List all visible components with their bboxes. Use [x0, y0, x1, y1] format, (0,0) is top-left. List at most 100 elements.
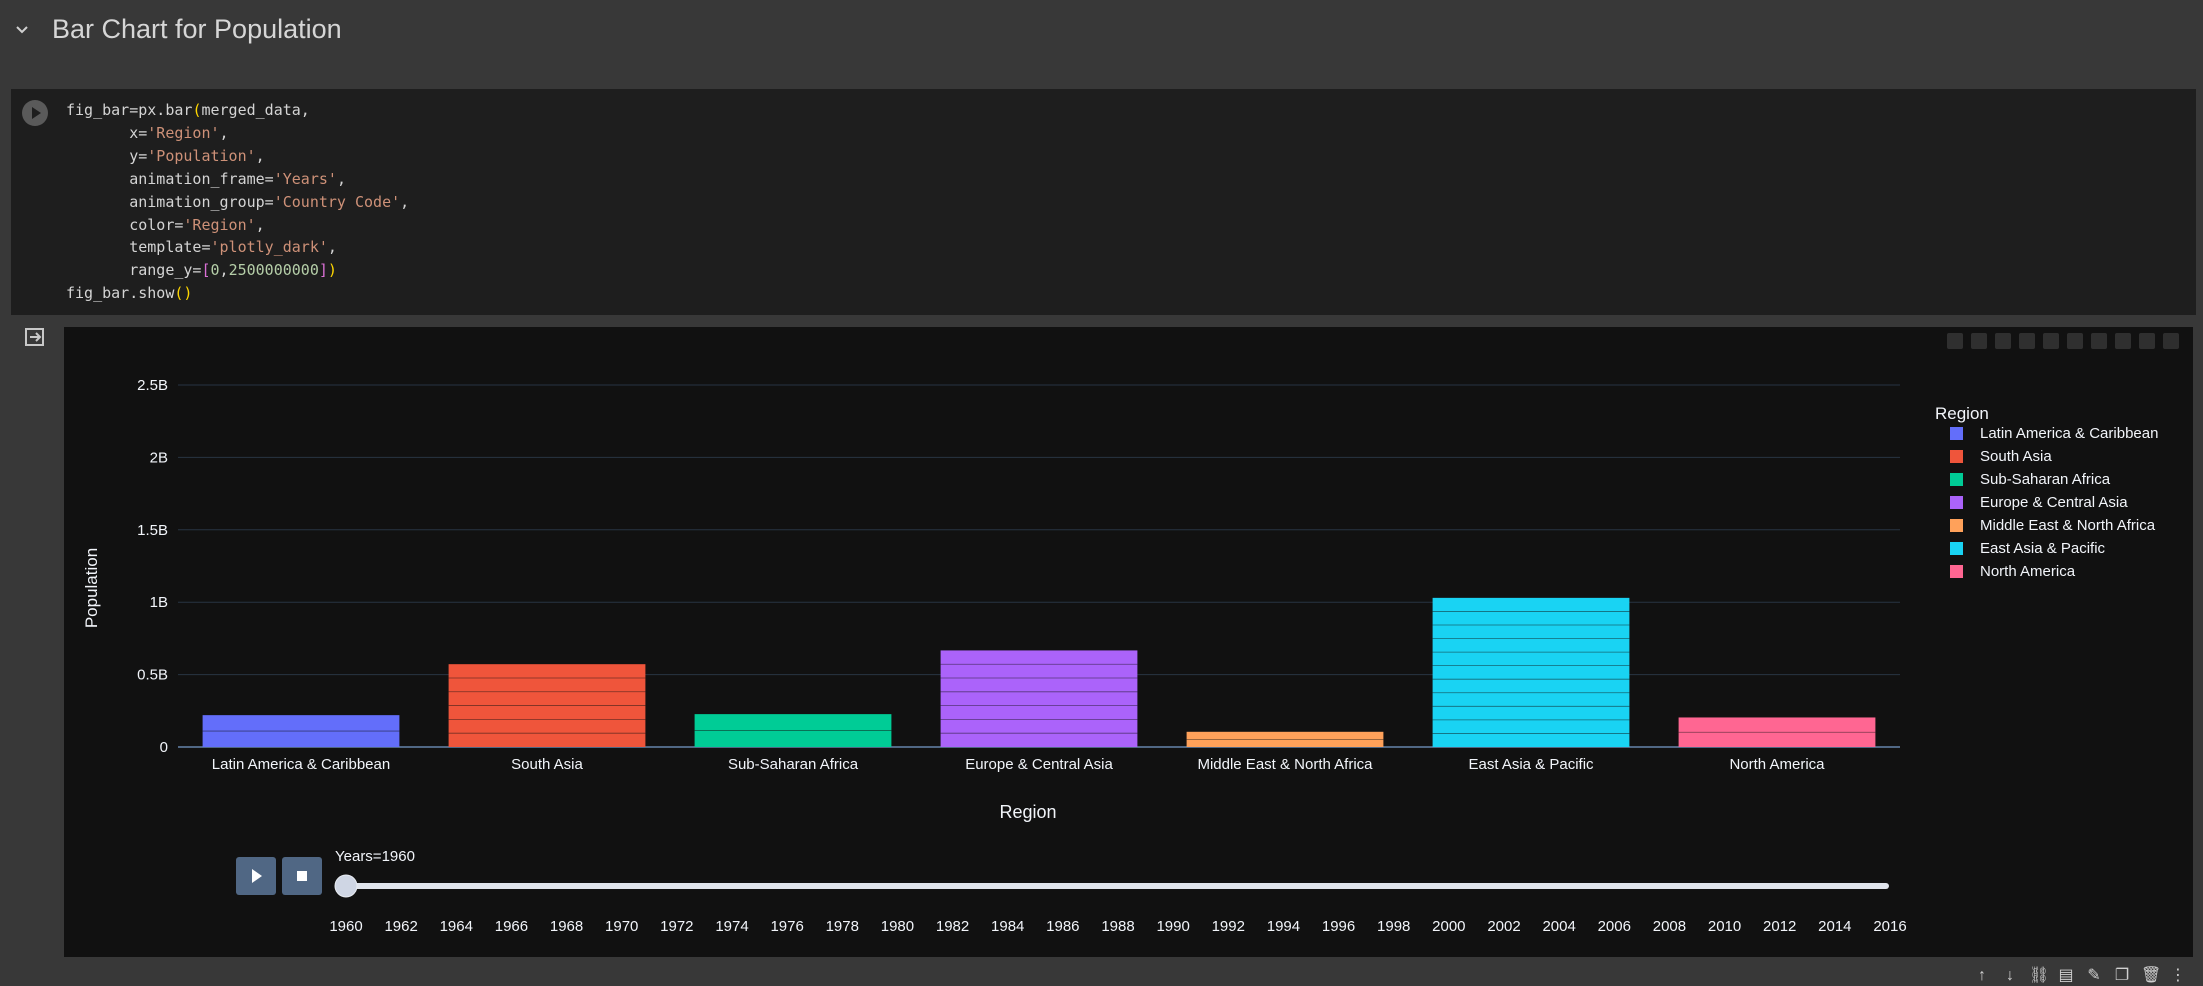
legend-swatch[interactable] [1950, 565, 1963, 578]
slider-year-label[interactable]: 2014 [1818, 918, 1851, 935]
slider-track[interactable] [345, 883, 1889, 889]
slider-year-label[interactable]: 1978 [826, 918, 859, 935]
slider-year-label[interactable]: 1972 [660, 918, 693, 935]
legend-swatch[interactable] [1950, 427, 1963, 440]
slider-year-label[interactable]: 1962 [384, 918, 417, 935]
edit-icon[interactable]: ✎ [2085, 968, 2103, 984]
slider-year-label[interactable]: 1970 [605, 918, 638, 935]
slider-year-label[interactable]: 1966 [495, 918, 528, 935]
legend-item[interactable]: Middle East & North Africa [1980, 517, 2156, 534]
autoscale-icon[interactable] [2115, 333, 2131, 349]
slider-year-label[interactable]: 1960 [329, 918, 362, 935]
y-tick-label: 2B [150, 449, 168, 466]
slider-year-label[interactable]: 2012 [1763, 918, 1796, 935]
legend-item[interactable]: Latin America & Caribbean [1980, 425, 2158, 442]
box-select-icon[interactable] [2019, 333, 2035, 349]
move-up-icon[interactable]: ↑ [1973, 968, 1991, 984]
y-tick-label: 0.5B [137, 667, 168, 684]
x-tick-label: Middle East & North Africa [1197, 756, 1373, 773]
legend-swatch[interactable] [1950, 519, 1963, 532]
zoom-in-icon[interactable] [2067, 333, 2083, 349]
slider-year-label[interactable]: 2016 [1873, 918, 1906, 935]
move-down-icon[interactable]: ↓ [2001, 968, 2019, 984]
code-line-6: color='Region', [66, 215, 265, 234]
legend-item[interactable]: Europe & Central Asia [1980, 494, 2128, 511]
lasso-icon[interactable] [2043, 333, 2059, 349]
chevron-down-icon[interactable] [14, 22, 30, 38]
y-tick-label: 0 [160, 739, 168, 756]
legend-item[interactable]: North America [1980, 563, 2076, 580]
slider-year-label[interactable]: 2004 [1542, 918, 1575, 935]
y-axis-label: Population [82, 548, 101, 628]
cell-toolbar[interactable]: ↑ ↓ ⛓ ▤ ✎ ❐ 🗑 ⋮ [1973, 968, 2187, 984]
slider-year-label[interactable]: 1984 [991, 918, 1024, 935]
legend-item[interactable]: South Asia [1980, 448, 2052, 465]
x-tick-label: East Asia & Pacific [1468, 756, 1594, 773]
copy-icon[interactable]: ❐ [2113, 968, 2131, 984]
code-line-5: animation_group='Country Code', [66, 192, 410, 211]
legend-item[interactable]: Sub-Saharan Africa [1980, 471, 2111, 488]
plotly-logo-icon[interactable] [2163, 333, 2179, 349]
y-tick-label: 1.5B [137, 522, 168, 539]
slider-year-label[interactable]: 2008 [1653, 918, 1686, 935]
code-line-7: template='plotly_dark', [66, 238, 337, 257]
legend-swatch[interactable] [1950, 542, 1963, 555]
slider-year-label[interactable]: 1998 [1377, 918, 1410, 935]
x-tick-label: North America [1729, 756, 1825, 773]
slider-year-label[interactable]: 1994 [1267, 918, 1300, 935]
section-title: Bar Chart for Population [52, 14, 342, 44]
slider-year-label[interactable]: 1990 [1156, 918, 1189, 935]
bar-chart: 0 0.5B 1B 1.5B 2B 2.5B Latin America & Caribb… [82, 377, 2158, 935]
pan-icon[interactable] [1995, 333, 2011, 349]
legend-item[interactable]: East Asia & Pacific [1980, 540, 2106, 557]
legend-swatch[interactable] [1950, 473, 1963, 486]
x-tick-label: South Asia [511, 756, 583, 773]
bar-east-asia-pacific[interactable] [1432, 597, 1630, 747]
slider-year-label[interactable]: 2000 [1432, 918, 1465, 935]
legend-swatch[interactable] [1950, 450, 1963, 463]
legend[interactable]: Region Latin America & Caribbean South As… [1935, 404, 2158, 580]
reset-axes-icon[interactable] [2139, 333, 2155, 349]
code-line-9: fig_bar.show() [66, 284, 193, 303]
slider-year-label[interactable]: 1982 [936, 918, 969, 935]
code-line-4: animation_frame='Years', [66, 169, 346, 188]
y-tick-label: 1B [150, 594, 168, 611]
slider-year-label[interactable]: 2002 [1487, 918, 1520, 935]
code-line-8: range_y=[0,2500000000]) [66, 261, 337, 280]
link-icon[interactable]: ⛓ [2029, 968, 2049, 984]
slider-handle[interactable] [334, 874, 358, 898]
x-tick-label: Europe & Central Asia [965, 756, 1113, 773]
plotly-figure[interactable]: 0 0.5B 1B 1.5B 2B 2.5B Latin America & Caribb… [64, 327, 2193, 957]
slider-year-label[interactable]: 1968 [550, 918, 583, 935]
code-line-1: fig_bar=px.bar(merged_data, [66, 101, 310, 119]
comment-icon[interactable]: ▤ [2057, 968, 2075, 984]
delete-icon[interactable]: 🗑 [2141, 968, 2161, 984]
more-icon[interactable]: ⋮ [2169, 968, 2187, 984]
slider-year-label[interactable]: 1974 [715, 918, 748, 935]
play-button[interactable] [236, 857, 276, 895]
slider-year-label[interactable]: 2006 [1598, 918, 1631, 935]
output-toggle-icon[interactable] [24, 326, 46, 348]
slider-year-label[interactable]: 1980 [881, 918, 914, 935]
slider-year-label[interactable]: 1986 [1046, 918, 1079, 935]
legend-swatch[interactable] [1950, 496, 1963, 509]
slider-year-label[interactable]: 1988 [1101, 918, 1134, 935]
slider-year-label[interactable]: 1992 [1212, 918, 1245, 935]
x-tick-label: Latin America & Caribbean [212, 756, 390, 773]
slider-year-label[interactable]: 1976 [770, 918, 803, 935]
code-editor[interactable]: fig_bar=px.bar(merged_data, x='Region', … [66, 99, 409, 305]
slider-current-label: Years=1960 [335, 848, 415, 865]
section-header[interactable]: Bar Chart for Population [0, 0, 2203, 66]
run-cell-button[interactable] [22, 100, 48, 126]
stop-button[interactable] [282, 857, 322, 895]
slider-year-label[interactable]: 1964 [440, 918, 473, 935]
bar-europe-central-asia[interactable] [940, 650, 1138, 747]
plot-modebar[interactable] [1947, 333, 2179, 349]
code-line-2: x='Region', [66, 123, 229, 142]
zoom-icon[interactable] [1971, 333, 1987, 349]
slider-year-label[interactable]: 2010 [1708, 918, 1741, 935]
slider-year-label[interactable]: 1996 [1322, 918, 1355, 935]
zoom-out-icon[interactable] [2091, 333, 2107, 349]
code-line-3: y='Population', [66, 146, 265, 165]
camera-icon[interactable] [1947, 333, 1963, 349]
